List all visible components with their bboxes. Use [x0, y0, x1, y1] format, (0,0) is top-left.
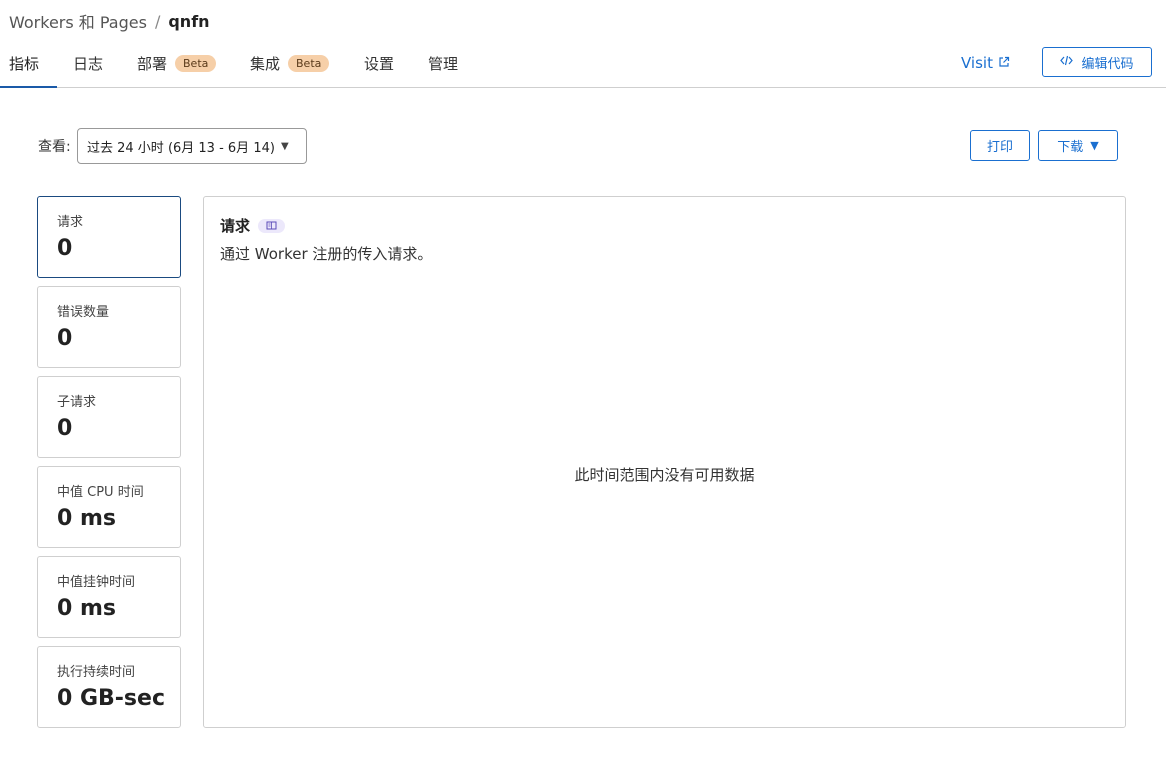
breadcrumb: Workers 和 Pages / qnfn [9, 9, 210, 33]
edit-code-label: 编辑代码 [1081, 56, 1134, 72]
metric-card-duration[interactable]: 执行持续时间 0 GB-sec [37, 646, 181, 728]
time-range-value: 过去 24 小时 (6月 13 - 6月 14) [87, 140, 275, 156]
beta-badge: Beta [288, 55, 330, 72]
metric-card-wall-time[interactable]: 中值挂钟时间 0 ms [37, 556, 181, 638]
download-button[interactable]: 下载 ▼ [1038, 130, 1118, 161]
metric-value: 0 ms [57, 596, 116, 621]
breadcrumb-separator: / [154, 11, 161, 31]
metric-value: 0 [57, 326, 73, 351]
tab-integrations[interactable]: 集成 Beta [250, 40, 330, 87]
tab-label: 设置 [364, 55, 395, 73]
tab-label: 管理 [428, 55, 459, 73]
print-label: 打印 [986, 140, 1013, 155]
metric-value: 0 [57, 236, 73, 261]
tab-settings[interactable]: 设置 [364, 40, 394, 87]
tab-deployments[interactable]: 部署 Beta [137, 40, 217, 87]
tab-label: 日志 [73, 55, 104, 73]
metric-card-errors[interactable]: 错误数量 0 [37, 286, 181, 368]
tab-label: 指标 [9, 55, 40, 73]
panel-title: 请求 [220, 215, 286, 236]
metric-card-requests[interactable]: 请求 0 [37, 196, 181, 278]
metric-label: 子请求 [57, 395, 97, 410]
panel-description: 通过 Worker 注册的传入请求。 [220, 245, 433, 263]
caret-down-icon: ▼ [280, 140, 289, 152]
metric-label: 中值 CPU 时间 [57, 485, 144, 500]
breadcrumb-current: qnfn [168, 11, 210, 31]
metric-value: 0 GB-sec [57, 686, 165, 711]
print-button[interactable]: 打印 [970, 130, 1030, 161]
metric-label: 执行持续时间 [57, 665, 136, 680]
visit-link[interactable]: Visit [961, 40, 1010, 86]
panel-title-text: 请求 [220, 217, 251, 235]
beta-badge: Beta [175, 55, 217, 72]
metric-label: 中值挂钟时间 [57, 575, 136, 590]
code-icon [1060, 55, 1074, 69]
tab-label: 集成 [250, 55, 281, 73]
breadcrumb-parent[interactable]: Workers 和 Pages [9, 9, 147, 33]
tab-bar: 指标 日志 部署 Beta 集成 Beta 设置 管理 Visit 编辑代码 [0, 40, 1166, 88]
view-label: 查看: [38, 139, 71, 155]
external-link-icon [998, 56, 1010, 71]
edit-code-button[interactable]: 编辑代码 [1042, 47, 1152, 77]
visit-label: Visit [961, 54, 993, 72]
metric-card-subrequests[interactable]: 子请求 0 [37, 376, 181, 458]
caret-down-icon: ▼ [1090, 139, 1099, 152]
book-icon[interactable] [258, 218, 286, 233]
tab-metrics[interactable]: 指标 [9, 40, 39, 87]
metric-value: 0 [57, 416, 73, 441]
tab-label: 部署 [137, 55, 168, 73]
metric-label: 错误数量 [57, 305, 110, 320]
metric-card-cpu-time[interactable]: 中值 CPU 时间 0 ms [37, 466, 181, 548]
download-label: 下载 [1057, 140, 1084, 155]
tab-manage[interactable]: 管理 [428, 40, 458, 87]
active-tab-indicator [0, 86, 57, 88]
requests-panel: 请求 通过 Worker 注册的传入请求。 此时间范围内没有可用数据 [203, 196, 1126, 728]
time-range-select[interactable]: 过去 24 小时 (6月 13 - 6月 14) ▼ [77, 128, 307, 164]
empty-state-message: 此时间范围内没有可用数据 [574, 466, 755, 484]
metric-value: 0 ms [57, 506, 116, 531]
metric-label: 请求 [57, 215, 84, 230]
tab-logs[interactable]: 日志 [73, 40, 103, 87]
